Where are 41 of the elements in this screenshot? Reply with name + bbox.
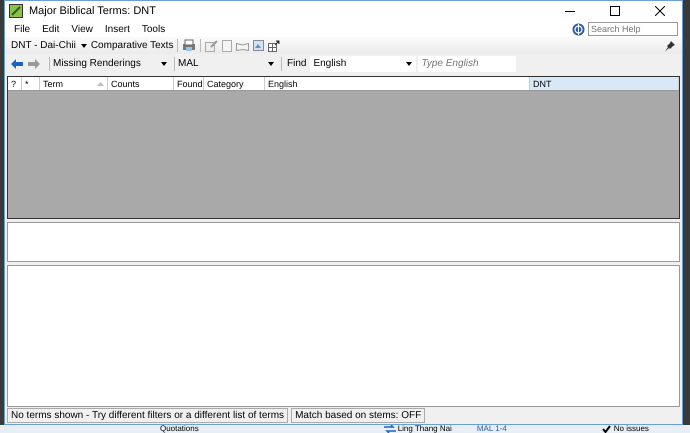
language-dropdown[interactable]: English	[310, 56, 416, 72]
pin-icon[interactable]	[664, 40, 676, 52]
menu-item[interactable]: Edit	[36, 24, 66, 34]
project-dropdown[interactable]: DNT - Dai-Chii	[11, 40, 87, 51]
edit-icon[interactable]	[205, 40, 218, 52]
background-link[interactable]: MAL 1-4	[476, 425, 507, 433]
column-header[interactable]: DNT	[530, 77, 679, 90]
menu-item[interactable]: File	[8, 24, 36, 34]
app-icon	[9, 4, 23, 18]
book-icon[interactable]	[236, 40, 250, 50]
caret-icon	[161, 62, 167, 66]
column-header[interactable]: Counts	[108, 77, 174, 90]
column-header[interactable]: ?	[8, 77, 22, 90]
background-text: No issues	[614, 425, 649, 433]
status-text: Match based on stems: OFF	[291, 408, 426, 423]
caret-icon	[406, 62, 412, 66]
background-text: Ling Thang Nai	[398, 425, 452, 433]
menu-item[interactable]: Insert	[98, 24, 136, 34]
column-header[interactable]: Category	[204, 77, 265, 90]
check-icon	[602, 425, 611, 433]
find-label: Find	[287, 58, 306, 69]
column-header[interactable]: *	[22, 77, 40, 90]
window-title: Major Biblical Terms: DNT	[29, 5, 157, 17]
back-arrow-icon[interactable]	[11, 58, 23, 68]
menu-item[interactable]: View	[65, 24, 99, 34]
column-header[interactable]: Term	[40, 77, 108, 90]
caret-icon	[268, 62, 274, 66]
printer-icon[interactable]	[182, 39, 196, 52]
status-text: No terms shown - Try different filters or a different list of terms	[7, 408, 288, 423]
find-field[interactable]: Type English	[418, 56, 516, 72]
table-icon[interactable]	[268, 40, 280, 52]
background-text: Quotations	[160, 425, 199, 433]
caret-icon	[80, 44, 87, 48]
help-icon[interactable]	[572, 22, 585, 36]
comparative-texts-button[interactable]: Comparative Texts	[90, 40, 174, 51]
image-icon[interactable]	[253, 40, 264, 51]
menu-item[interactable]: Tools	[136, 24, 172, 34]
swap-icon	[384, 425, 396, 433]
maximize-icon	[610, 6, 620, 16]
search-field[interactable]: Search Help	[588, 22, 678, 36]
close-icon	[654, 6, 664, 16]
